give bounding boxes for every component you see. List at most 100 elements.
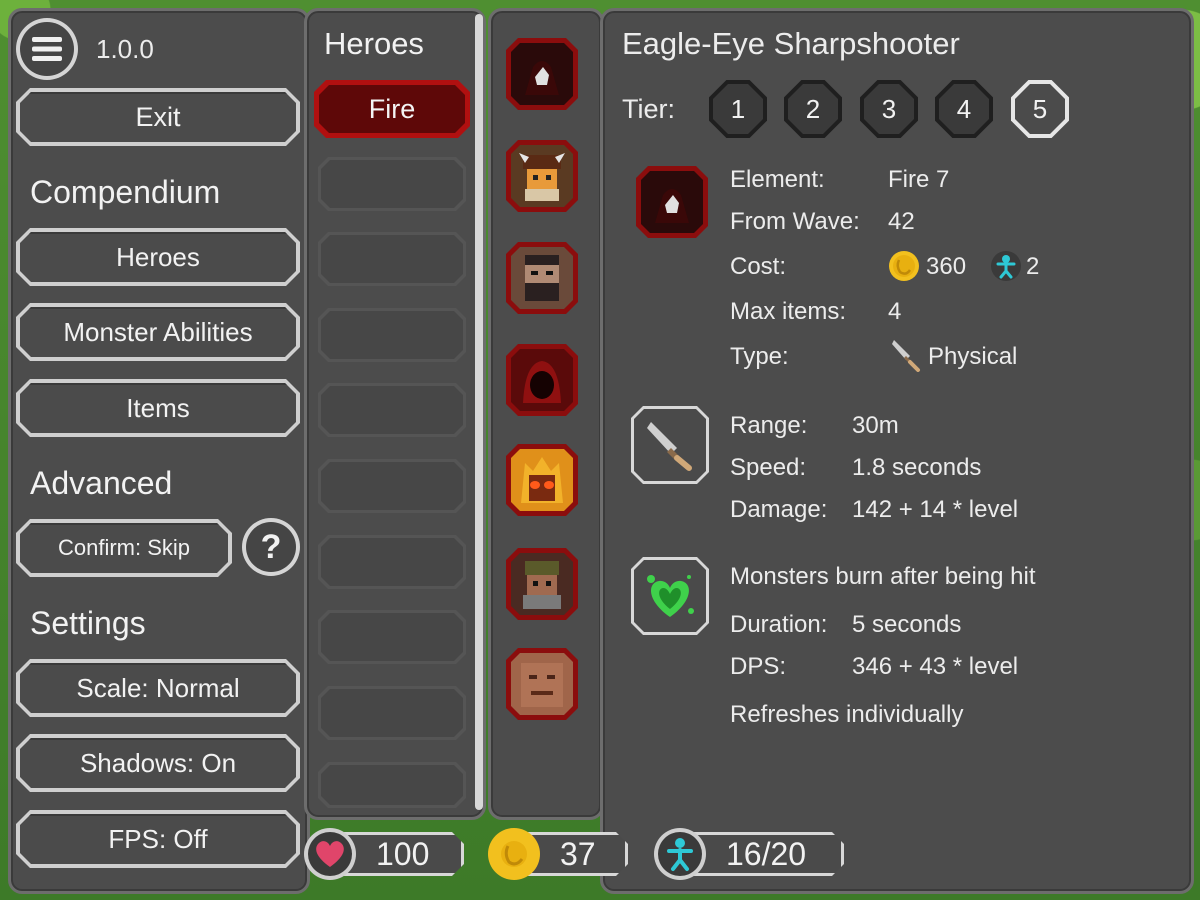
viking-face-icon [515, 149, 569, 203]
empty-category-slot[interactable] [318, 610, 466, 664]
heroes-list-scrollbar[interactable] [475, 14, 483, 810]
ability-description: Monsters burn after being hit [730, 563, 1036, 590]
hooded-archer-icon [647, 177, 697, 227]
stone-golem-icon [515, 657, 569, 711]
duration-label: Duration: [730, 611, 828, 638]
range-value: 30m [852, 412, 899, 439]
compendium-title: Compendium [30, 174, 221, 210]
population-counter: 16/20 [654, 828, 844, 880]
shadows-button-label: Shadows: On [20, 738, 296, 788]
confirm-skip-button-label: Confirm: Skip [20, 523, 228, 573]
tier-1-label: 1 [713, 84, 763, 134]
hero-portrait-fire-mage[interactable] [506, 444, 578, 516]
help-icon: ? [246, 522, 296, 572]
settings-title: Settings [30, 605, 146, 641]
gold-coin-icon [889, 251, 919, 281]
tier-2-button[interactable]: 2 [784, 80, 842, 138]
cost-pop-value: 2 [1026, 253, 1040, 280]
max-items-label: Max items: [730, 298, 847, 325]
tier-1-button[interactable]: 1 [709, 80, 767, 138]
hero-portrait-viking[interactable] [506, 140, 578, 212]
fps-button-label: FPS: Off [20, 814, 296, 864]
population-value: 16/20 [694, 832, 844, 876]
gold-counter: 37 [488, 828, 628, 880]
sword-icon [892, 340, 920, 372]
sword-icon [643, 418, 697, 472]
speed-label: Speed: [730, 454, 807, 481]
heart-icon [316, 841, 344, 867]
tier-2-label: 2 [788, 84, 838, 134]
scale-button-label: Scale: Normal [20, 663, 296, 713]
fire-mage-icon [515, 453, 569, 507]
heroes-button-label: Heroes [20, 232, 296, 282]
dps-label: DPS: [730, 653, 787, 680]
empty-category-slot[interactable] [318, 459, 466, 513]
damage-label: Damage: [730, 496, 828, 523]
duration-value: 5 seconds [852, 611, 962, 638]
hamburger-menu-button[interactable] [16, 18, 78, 80]
helmeted-warrior-icon [515, 557, 569, 611]
gold-coin-icon [496, 836, 532, 872]
hamburger-icon [32, 37, 62, 61]
tier-5-label: 5 [1015, 84, 1065, 134]
empty-category-slot[interactable] [318, 232, 466, 286]
fire-category-button[interactable]: Fire [314, 80, 470, 138]
population-icon [667, 838, 693, 871]
heroes-button[interactable]: Heroes [16, 228, 300, 286]
empty-category-slot[interactable] [318, 686, 466, 740]
burning-heart-icon [641, 567, 699, 625]
tier-3-button[interactable]: 3 [860, 80, 918, 138]
hero-portrait-helmeted[interactable] [506, 548, 578, 620]
version-label: 1.0.0 [96, 34, 154, 64]
red-hood-icon [517, 355, 567, 405]
heroes-list-title: Heroes [324, 26, 424, 61]
wave-label: From Wave: [730, 208, 860, 235]
tier-4-button[interactable]: 4 [935, 80, 993, 138]
empty-category-slot[interactable] [318, 535, 466, 589]
empty-category-slot[interactable] [318, 157, 466, 211]
fps-button[interactable]: FPS: Off [16, 810, 300, 868]
selected-hero-portrait [636, 166, 708, 238]
tier-3-label: 3 [864, 84, 914, 134]
type-value: Physical [928, 343, 1018, 370]
hero-portrait-bearded[interactable] [506, 242, 578, 314]
items-button[interactable]: Items [16, 379, 300, 437]
monster-abilities-button[interactable]: Monster Abilities [16, 303, 300, 361]
range-label: Range: [730, 412, 808, 439]
ability-icon-frame [631, 557, 709, 635]
hero-portrait-stone-golem[interactable] [506, 648, 578, 720]
type-label: Type: [730, 343, 789, 370]
population-icon [991, 251, 1021, 281]
bearded-warrior-icon [515, 251, 569, 305]
lives-value: 100 [344, 832, 464, 876]
damage-value: 142 + 14 * level [852, 496, 1019, 523]
hero-name: Eagle-Eye Sharpshooter [622, 26, 960, 61]
exit-button-label: Exit [20, 92, 296, 142]
scale-button[interactable]: Scale: Normal [16, 659, 300, 717]
confirm-skip-button[interactable]: Confirm: Skip [16, 519, 232, 577]
lives-counter: 100 [304, 828, 464, 880]
speed-value: 1.8 seconds [852, 454, 982, 481]
gold-value: 37 [528, 832, 628, 876]
items-button-label: Items [20, 383, 296, 433]
tier-4-label: 4 [939, 84, 989, 134]
hero-portrait-red-hood[interactable] [506, 344, 578, 416]
dps-value: 346 + 43 * level [852, 653, 1019, 680]
hooded-archer-icon [517, 49, 567, 99]
fire-category-label: Fire [319, 85, 465, 133]
monster-abilities-button-label: Monster Abilities [20, 307, 296, 357]
max-items-value: 4 [888, 298, 902, 325]
refresh-note: Refreshes individually [730, 701, 964, 728]
wave-value: 42 [888, 208, 915, 235]
tier-label: Tier: [622, 94, 675, 124]
cost-label: Cost: [730, 253, 787, 280]
hero-portrait-sharpshooter[interactable] [506, 38, 578, 110]
exit-button[interactable]: Exit [16, 88, 300, 146]
empty-category-slot[interactable] [318, 762, 466, 808]
help-button[interactable]: ? [242, 518, 300, 576]
empty-category-slot[interactable] [318, 308, 466, 362]
cost-gold-value: 360 [926, 253, 967, 280]
element-value: Fire 7 [888, 166, 950, 193]
shadows-button[interactable]: Shadows: On [16, 734, 300, 792]
empty-category-slot[interactable] [318, 383, 466, 437]
